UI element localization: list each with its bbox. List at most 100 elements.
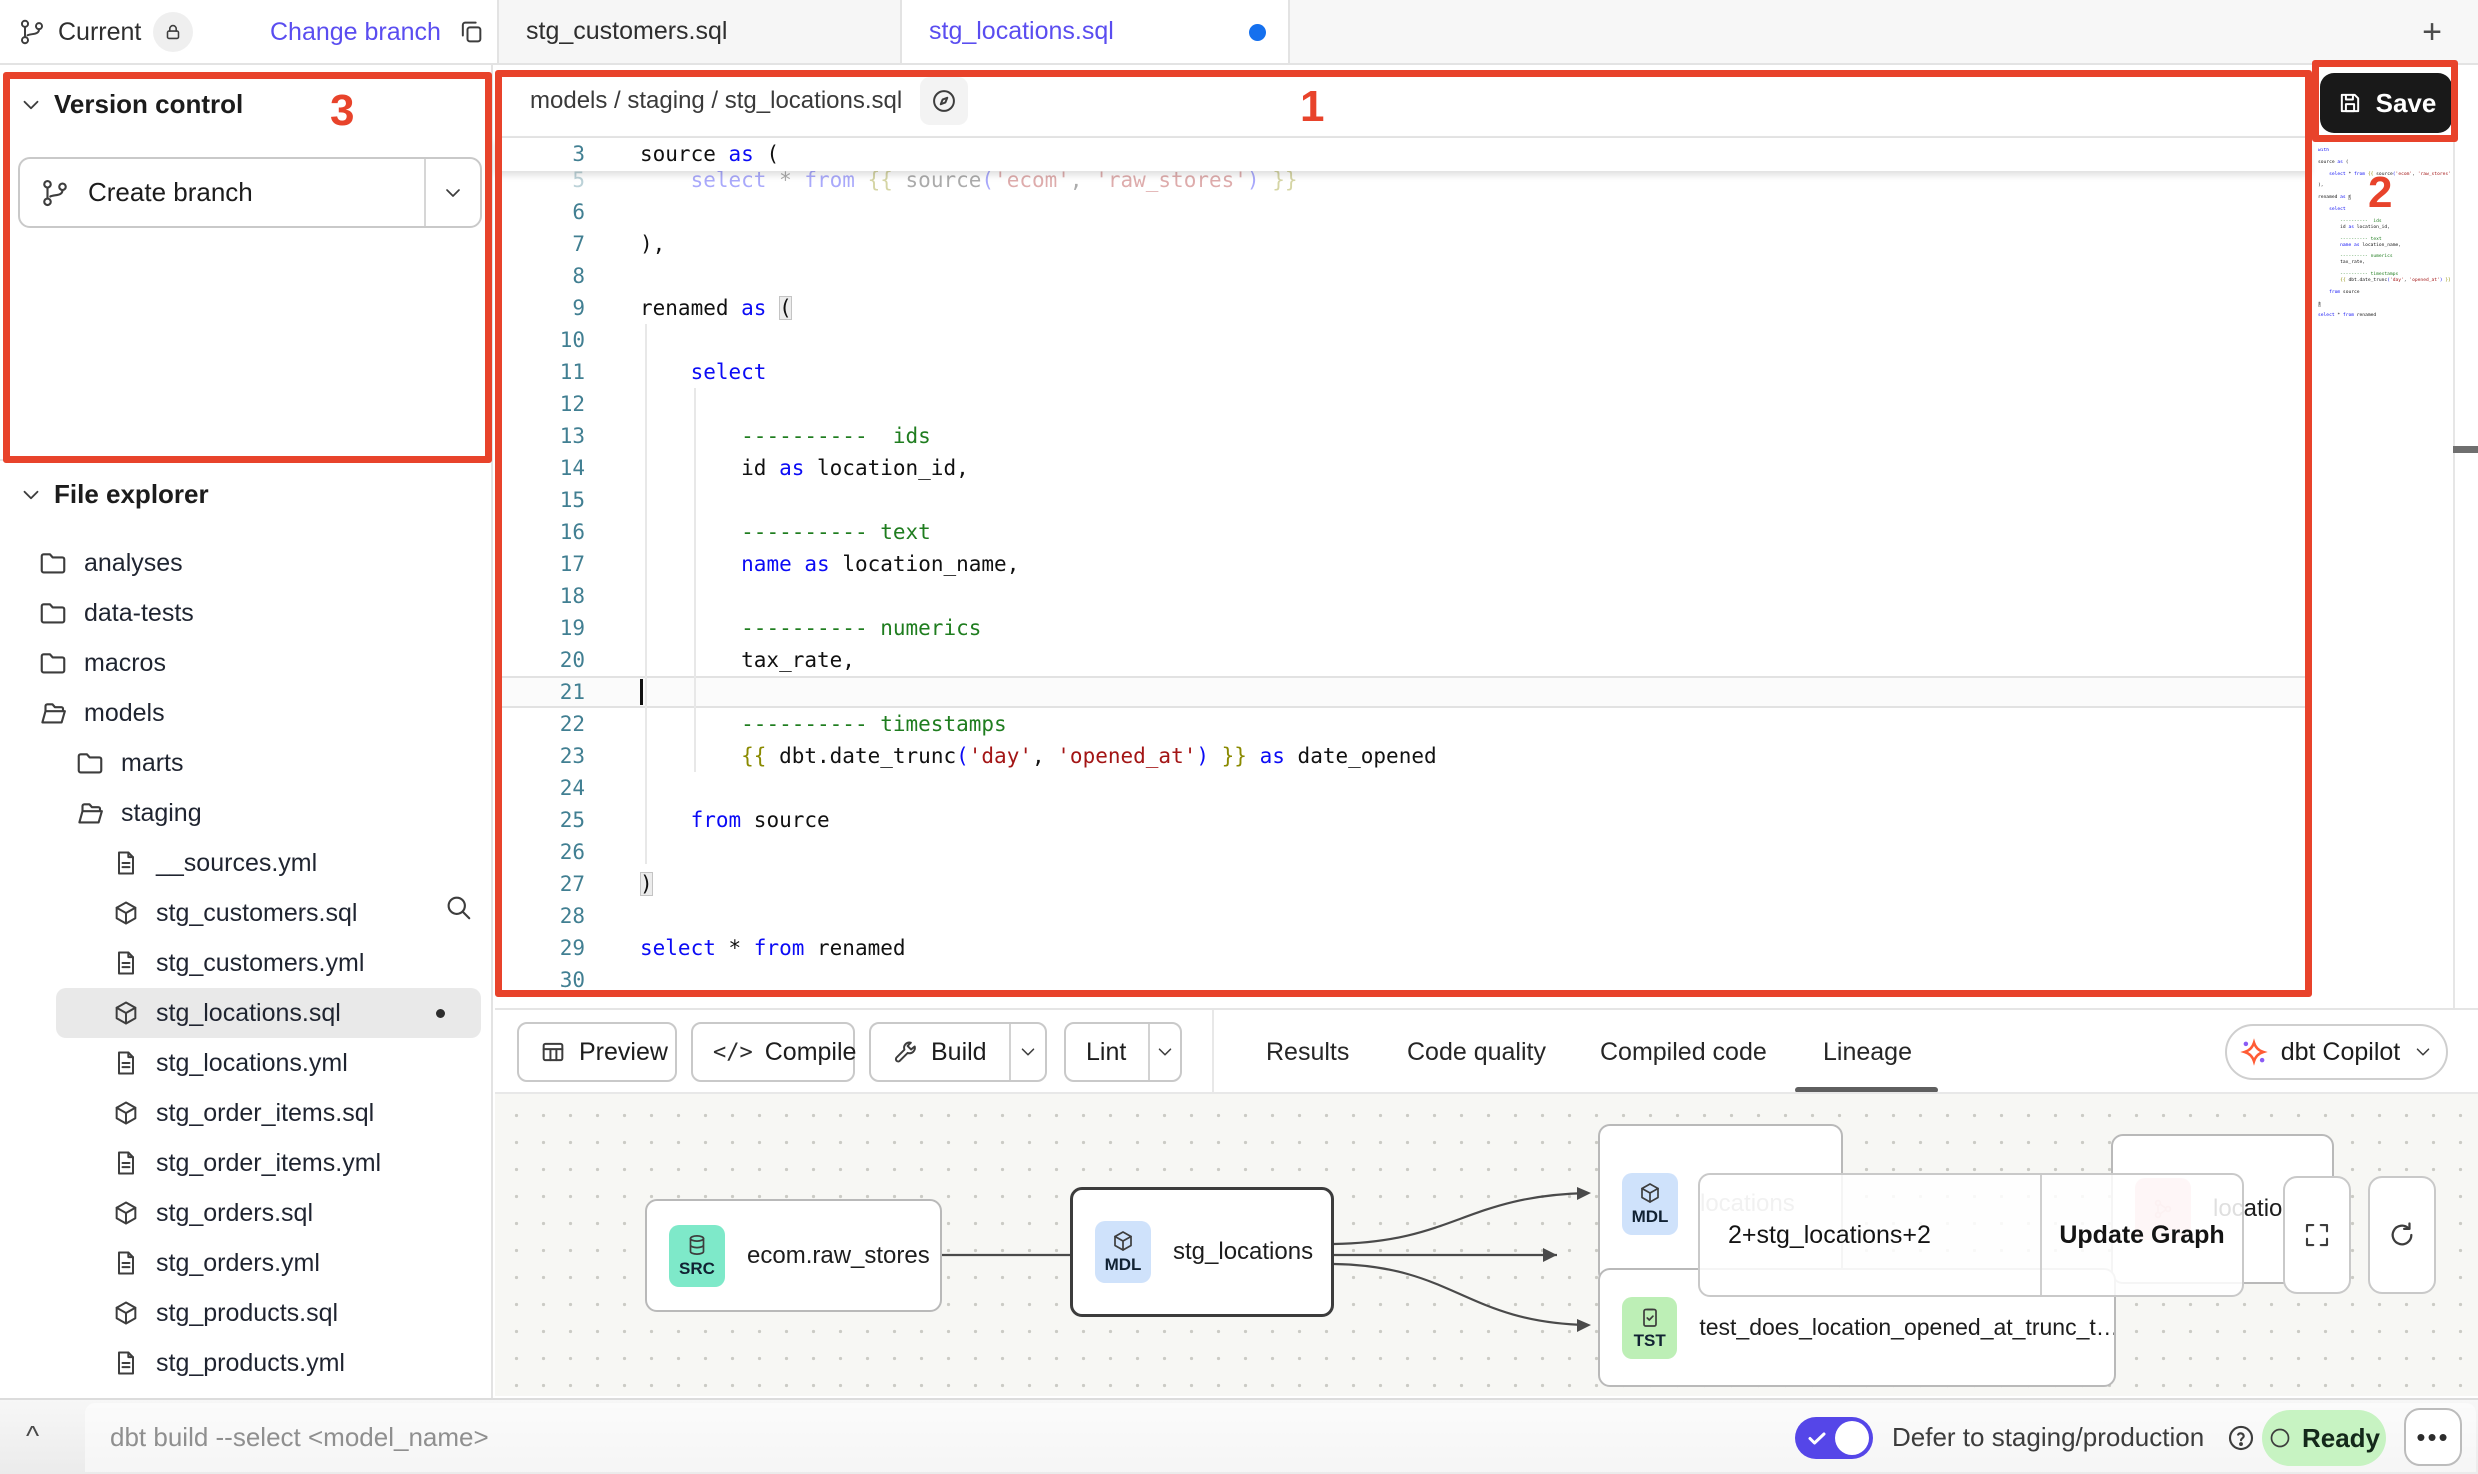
file-tree-item-analyses[interactable]: analyses	[0, 538, 493, 588]
save-button[interactable]: Save	[2320, 73, 2452, 133]
node-label: stg_locations	[1173, 1238, 1313, 1266]
folder-icon	[75, 748, 105, 778]
code-line-9[interactable]: 9renamed as (	[495, 292, 2310, 324]
file-tree-item-stg-products-sql[interactable]: stg_products.sql	[0, 1288, 493, 1338]
code-line-23[interactable]: 23 {{ dbt.date_trunc('day', 'opened_at')…	[495, 740, 2310, 772]
file-tree-item-stg-products-yml[interactable]: stg_products.yml	[0, 1338, 493, 1388]
code-line-10[interactable]: 10	[495, 324, 2310, 356]
file-tree-item-stg-order-items-yml[interactable]: stg_order_items.yml	[0, 1138, 493, 1188]
fullscreen-button[interactable]	[2283, 1176, 2351, 1294]
file-tree-item-models[interactable]: models	[0, 688, 493, 738]
command-placeholder[interactable]: dbt build --select <model_name>	[110, 1422, 489, 1453]
tab-strip-filler	[1290, 0, 2478, 63]
status-badge[interactable]: Ready	[2262, 1410, 2386, 1466]
lint-button[interactable]: Lint	[1064, 1022, 1182, 1082]
refresh-button[interactable]	[2368, 1176, 2436, 1294]
file-tree-item-stg-orders-sql[interactable]: stg_orders.sql	[0, 1188, 493, 1238]
file-tree-item-stg-order-items-sql[interactable]: stg_order_items.sql	[0, 1088, 493, 1138]
version-control-header[interactable]: Version control	[0, 65, 491, 120]
model-icon	[112, 999, 140, 1027]
chevron-down-icon	[18, 92, 44, 118]
code-line-14[interactable]: 14 id as location_id,	[495, 452, 2310, 484]
update-graph-button[interactable]: Update Graph	[2042, 1175, 2242, 1295]
collapse-chevron[interactable]: ^	[26, 1420, 39, 1452]
build-button[interactable]: Build	[869, 1022, 1047, 1082]
more-options-button[interactable]: •••	[2404, 1408, 2462, 1466]
file-tree-item-stg-orders-yml[interactable]: stg_orders.yml	[0, 1238, 493, 1288]
code-line-29[interactable]: 29select * from renamed	[495, 932, 2310, 964]
defer-toggle[interactable]	[1795, 1417, 1873, 1459]
help-icon[interactable]	[2226, 1423, 2256, 1453]
code-line-7[interactable]: 7),	[495, 228, 2310, 260]
sticky-code-line[interactable]: 3source as (	[495, 138, 2310, 171]
file-explorer-header[interactable]: File explorer	[0, 459, 491, 510]
code-line-17[interactable]: 17 name as location_name,	[495, 548, 2310, 580]
code-editor[interactable]: 5 select * from {{ source('ecom', 'raw_s…	[495, 138, 2455, 996]
tab-results[interactable]: Results	[1266, 1010, 1349, 1094]
create-branch-dropdown[interactable]	[424, 159, 480, 226]
code-line-13[interactable]: 13 ---------- ids	[495, 420, 2310, 452]
file-name: stg_order_items.sql	[156, 1099, 374, 1128]
text-cursor	[640, 679, 643, 705]
clipboard-check-icon	[1638, 1305, 1662, 1329]
lineage-node-stg-locations[interactable]: MDL stg_locations	[1070, 1187, 1334, 1317]
file-tree-item-stg-customers-yml[interactable]: stg_customers.yml	[0, 938, 493, 988]
file-name: models	[84, 699, 165, 728]
code-line-15[interactable]: 15	[495, 484, 2310, 516]
file-tree-item--sources-yml[interactable]: __sources.yml	[0, 838, 493, 888]
file-tree-item-staging[interactable]: staging	[0, 788, 493, 838]
change-branch-button[interactable]: Change branch	[270, 10, 485, 54]
fullscreen-icon	[2302, 1220, 2332, 1250]
new-tab-button[interactable]: +	[2412, 12, 2452, 52]
tab-stg-customers-sql[interactable]: stg_customers.sql	[497, 0, 900, 63]
file-name: stg_locations.yml	[156, 1049, 348, 1078]
folder-open-icon	[38, 698, 68, 728]
code-line-24[interactable]: 24	[495, 772, 2310, 804]
copy-icon[interactable]	[457, 18, 485, 46]
code-line-11[interactable]: 11 select	[495, 356, 2310, 388]
code-line-6[interactable]: 6	[495, 196, 2310, 228]
left-sidebar: Version control Create branch File explo…	[0, 65, 493, 1398]
file-tree-item-data-tests[interactable]: data-tests	[0, 588, 493, 638]
code-line-28[interactable]: 28	[495, 900, 2310, 932]
code-line-26[interactable]: 26	[495, 836, 2310, 868]
file-tree-item-stg-customers-sql[interactable]: stg_customers.sql	[0, 888, 493, 938]
editor-minimap[interactable]: with source as ( select * from {{ source…	[2318, 148, 2450, 328]
code-line-19[interactable]: 19 ---------- numerics	[495, 612, 2310, 644]
panel-resize-handle[interactable]	[2453, 446, 2478, 453]
tab-stg-locations-sql[interactable]: stg_locations.sql	[900, 0, 1290, 63]
file-tree-item-stg-locations-sql[interactable]: stg_locations.sql	[56, 988, 481, 1038]
line-number: 13	[495, 420, 585, 452]
build-dropdown[interactable]	[1009, 1024, 1045, 1080]
code-line-27[interactable]: 27)	[495, 868, 2310, 900]
code-line-18[interactable]: 18	[495, 580, 2310, 612]
tab-code-quality[interactable]: Code quality	[1407, 1010, 1546, 1094]
tab-lineage[interactable]: Lineage	[1823, 1010, 1912, 1094]
preview-button[interactable]: Preview	[517, 1022, 677, 1082]
code-line-21[interactable]: 21	[495, 676, 2310, 708]
lint-dropdown[interactable]	[1148, 1024, 1180, 1080]
file-tree-item-macros[interactable]: macros	[0, 638, 493, 688]
folder-open-icon	[75, 798, 105, 828]
code-line-25[interactable]: 25 from source	[495, 804, 2310, 836]
lineage-selector-input[interactable]: 2+stg_locations+2	[1700, 1175, 2042, 1295]
lineage-canvas[interactable]: SRC ecom.raw_stores MDL stg_locations MD…	[495, 1092, 2478, 1396]
code-line-20[interactable]: 20 tax_rate,	[495, 644, 2310, 676]
tab-compiled-code[interactable]: Compiled code	[1600, 1010, 1767, 1094]
lineage-node-source[interactable]: SRC ecom.raw_stores	[645, 1199, 942, 1312]
create-branch-button[interactable]: Create branch	[18, 157, 482, 228]
model-badge: MDL	[1095, 1221, 1151, 1283]
file-name: stg_customers.sql	[156, 899, 357, 928]
code-line-30[interactable]: 30	[495, 964, 2310, 996]
file-tree-item-stg-locations-yml[interactable]: stg_locations.yml	[0, 1038, 493, 1088]
file-tree-item-marts[interactable]: marts	[0, 738, 493, 788]
code-line-22[interactable]: 22 ---------- timestamps	[495, 708, 2310, 740]
code-line-8[interactable]: 8	[495, 260, 2310, 292]
compile-button[interactable]: </> Compile	[691, 1022, 855, 1082]
code-line-16[interactable]: 16 ---------- text	[495, 516, 2310, 548]
line-number: 12	[495, 388, 585, 420]
dbt-copilot-button[interactable]: dbt Copilot	[2225, 1024, 2448, 1080]
create-branch-label: Create branch	[88, 177, 253, 208]
code-line-12[interactable]: 12	[495, 388, 2310, 420]
copilot-compass-button[interactable]	[920, 77, 968, 125]
